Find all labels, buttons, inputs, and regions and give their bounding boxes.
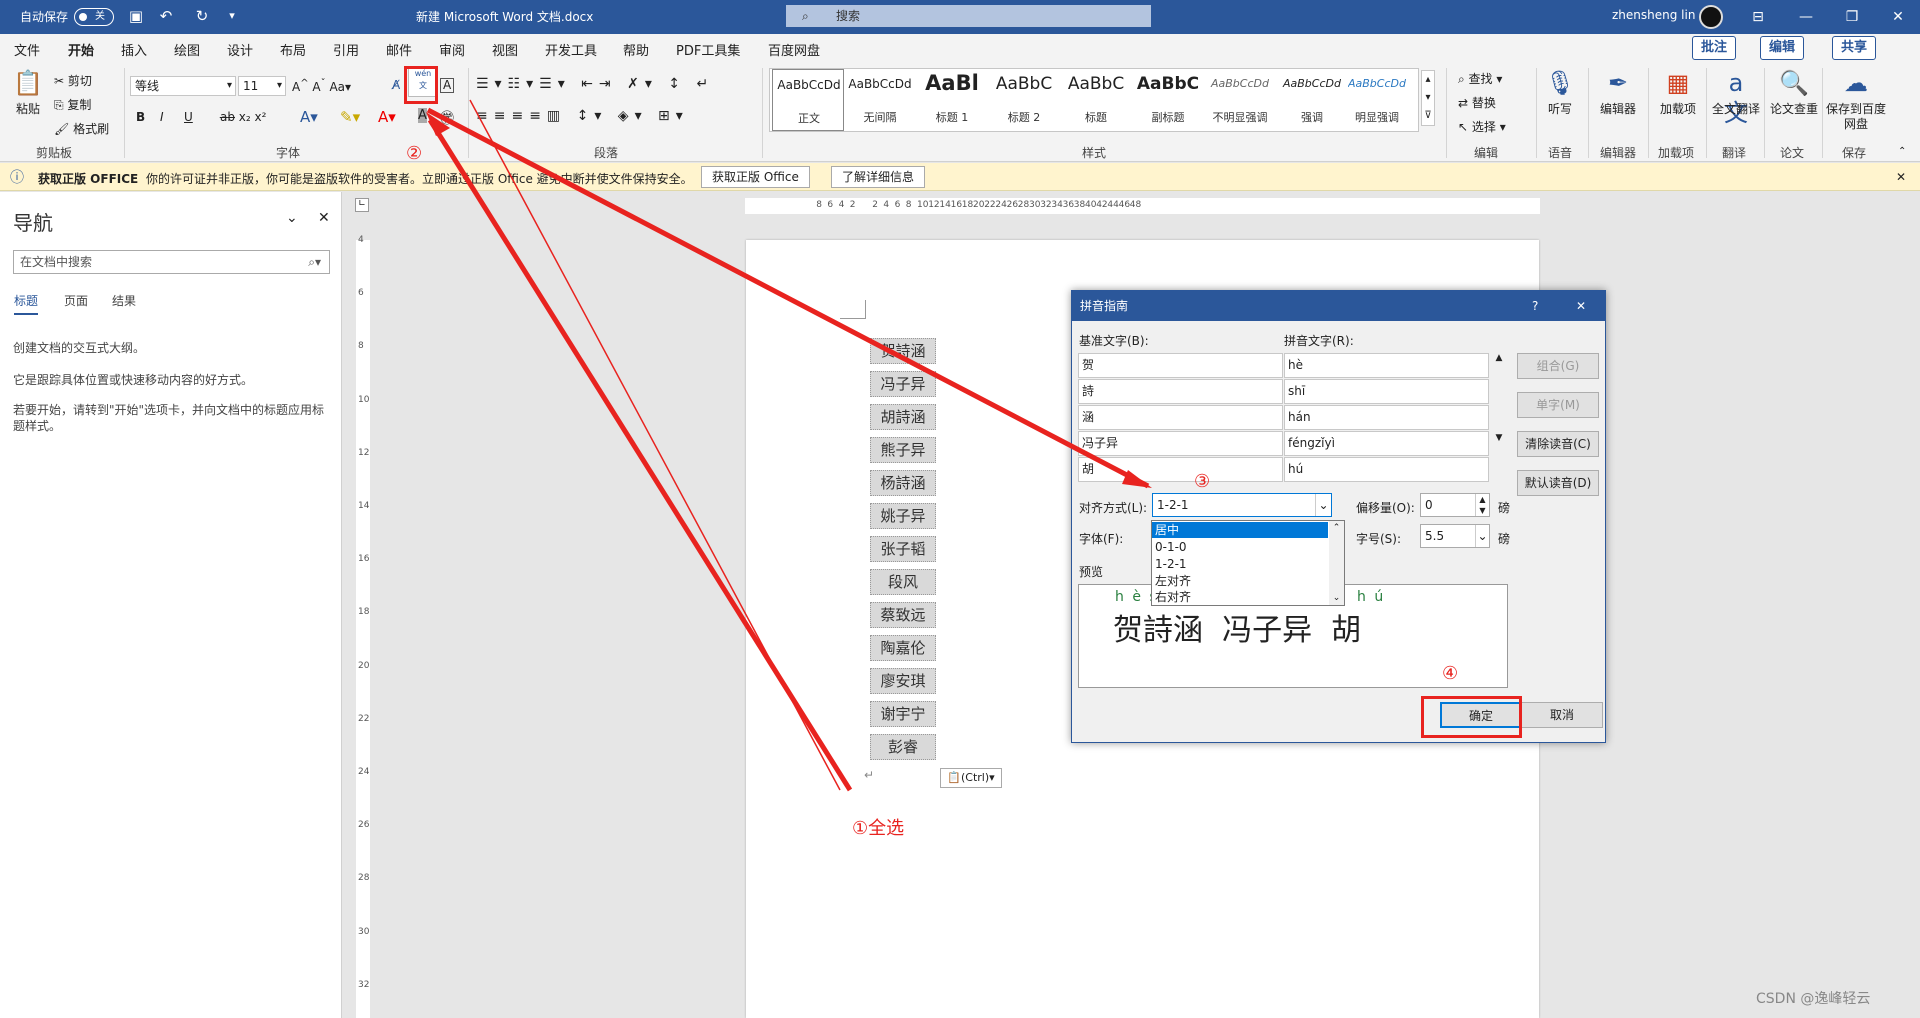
thin-line [469,99,841,791]
highlight-phonetic-button [404,66,438,104]
annotation-arrows [426,99,1152,792]
annotation-step-1: ①全选 [852,818,905,839]
watermark: CSDN @逸峰轻云 [1756,991,1871,1007]
arrow-to-dialog [426,107,1150,489]
annotation-step-4: ④ [1442,663,1459,684]
highlight-ok-button [1421,696,1522,738]
annotation-step-2: ② [406,143,423,164]
annotation-step-3: ③ [1194,471,1211,492]
